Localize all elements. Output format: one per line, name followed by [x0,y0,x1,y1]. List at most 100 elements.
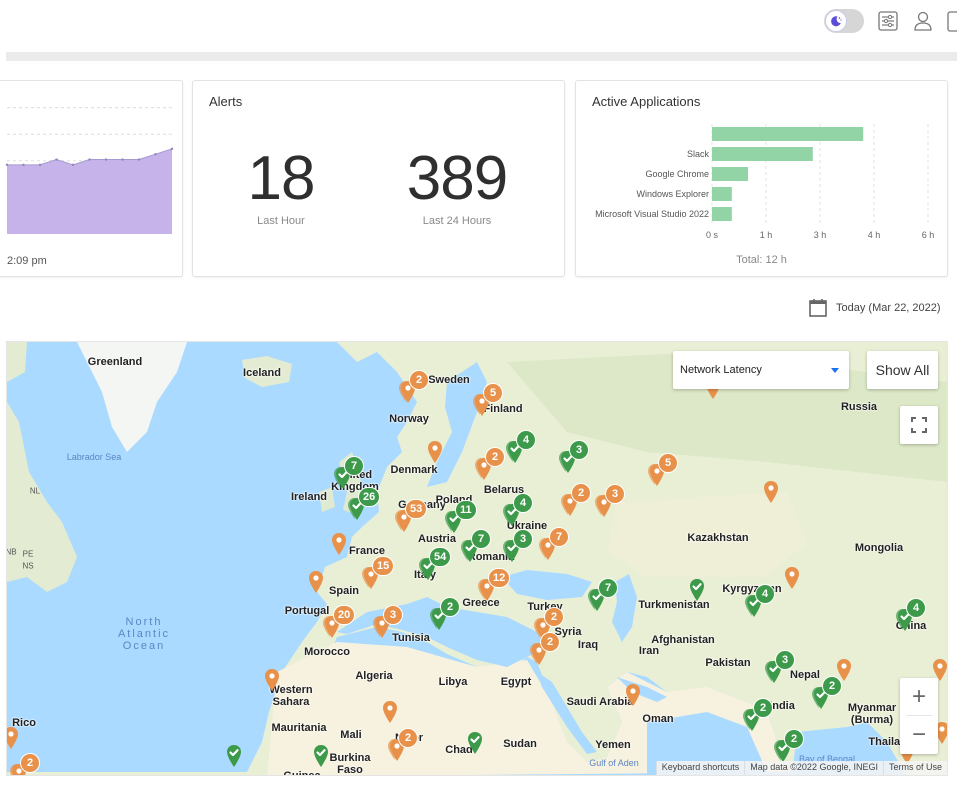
ok-location-marker[interactable] [688,578,706,602]
country-label: Mauritania [271,722,327,734]
ok-location-marker[interactable]: 3 [765,650,795,684]
theme-toggle[interactable] [824,9,864,33]
warning-location-marker[interactable]: 2 [475,447,505,481]
ok-location-marker[interactable]: 26 [348,487,381,521]
show-all-button[interactable]: Show All [867,351,938,389]
zoom-in-button[interactable]: + [900,678,938,715]
warning-location-marker[interactable]: 53 [395,499,428,533]
warning-location-marker[interactable]: 2 [388,728,418,762]
warning-location-marker[interactable] [7,726,20,750]
pin-icon [428,441,442,463]
warning-location-marker[interactable]: 20 [323,605,356,639]
sea-label: Labrador Sea [66,452,122,462]
ok-location-marker[interactable]: 2 [812,676,842,710]
alerts-last-hour-value[interactable]: 18 [201,143,361,214]
app-category-label: Microsoft Visual Studio 2022 [595,209,709,219]
area-point[interactable] [38,163,42,167]
country-label: Libya [438,676,468,688]
area-point[interactable] [137,158,141,161]
fullscreen-button[interactable] [900,406,938,444]
pin-icon [309,571,323,593]
ok-location-marker[interactable]: 54 [419,547,452,581]
cluster-count-badge: 5 [483,383,503,403]
cluster-count-badge: 3 [569,440,589,460]
ok-location-marker[interactable]: 2 [743,698,773,732]
area-point[interactable] [5,163,9,167]
world-map[interactable]: Greenland Iceland Sweden Finland Norway Russi… [6,341,948,776]
user-button[interactable] [912,10,936,34]
ok-location-marker[interactable]: 2 [430,597,460,631]
ok-location-marker[interactable]: 4 [503,493,533,527]
country-label: Afghanistan [651,634,715,646]
ok-location-marker[interactable]: 2 [774,729,804,763]
area-point[interactable] [104,158,108,161]
warning-location-marker[interactable] [381,700,399,724]
terms-of-use-link[interactable]: Terms of Use [882,761,947,775]
warning-location-marker[interactable]: 2 [10,753,40,775]
ok-location-marker[interactable]: 4 [896,598,926,632]
warning-location-marker[interactable]: 3 [373,605,403,639]
ok-location-marker[interactable] [225,744,243,768]
country-label: Morocco [304,646,350,658]
warning-location-marker[interactable]: 2 [399,370,429,404]
country-label: Egypt [500,676,532,688]
cluster-count-badge: 7 [344,456,364,476]
sea-label: Gulf of Aden [589,758,639,768]
warning-location-marker[interactable]: 5 [648,453,678,487]
keyboard-shortcuts-link[interactable]: Keyboard shortcuts [655,761,745,775]
warning-location-marker[interactable] [762,480,780,504]
warning-location-marker[interactable]: 7 [539,527,569,561]
ok-location-marker[interactable]: 4 [745,584,775,618]
app-bar[interactable] [712,147,813,161]
area-point[interactable] [154,153,157,156]
area-point[interactable] [88,158,91,161]
pin-icon [7,727,18,749]
area-point[interactable] [55,158,58,161]
usage-chart-card: 2:09 pm [0,80,183,277]
active-applications-total: Total: 12 h [736,254,787,266]
warning-location-marker[interactable]: 5 [473,383,503,417]
area-point[interactable] [170,147,174,151]
ok-location-marker[interactable]: 3 [559,440,589,474]
app-bar[interactable] [712,127,864,141]
country-label: Burkina Faso [329,752,371,776]
ok-location-marker[interactable] [466,731,484,755]
warning-location-marker[interactable] [307,570,325,594]
ok-location-marker[interactable]: 7 [588,578,618,612]
cluster-count-badge: 7 [598,578,618,598]
cluster-count-badge: 7 [549,527,569,547]
app-bar[interactable] [712,167,748,181]
date-picker-label: Today (Mar 22, 2022) [836,302,941,314]
ok-location-marker[interactable]: 7 [334,456,364,490]
area-point[interactable] [22,163,25,167]
warning-location-marker[interactable]: 15 [362,556,395,590]
warning-location-marker[interactable]: 12 [478,568,511,602]
app-bar[interactable] [712,187,732,201]
ok-location-marker[interactable]: 11 [445,500,477,534]
country-label: Austria [418,533,456,545]
metric-select[interactable]: Network Latency [673,351,849,389]
warning-location-marker[interactable]: 2 [530,632,560,666]
area-point[interactable] [121,158,124,161]
warning-location-marker[interactable] [426,440,444,464]
warning-location-marker[interactable]: 3 [595,484,625,518]
ok-location-marker[interactable] [312,744,330,768]
province-label: PE [22,549,34,559]
settings-button[interactable] [877,10,901,34]
area-chart [5,107,174,234]
warning-location-marker[interactable] [783,566,801,590]
warning-location-marker[interactable]: 2 [561,483,591,517]
warning-location-marker[interactable] [263,668,281,692]
area-point[interactable] [71,163,75,167]
warning-location-marker[interactable] [330,532,348,556]
cluster-count-badge: 11 [455,500,477,520]
ok-location-marker[interactable]: 3 [503,529,533,563]
ok-location-marker[interactable]: 4 [506,430,536,464]
warning-location-marker[interactable] [624,683,642,707]
zoom-out-button[interactable]: − [900,716,938,753]
alerts-last-24-value[interactable]: 389 [377,143,537,214]
window-button[interactable] [946,10,957,34]
ok-location-marker[interactable]: 7 [461,529,491,563]
app-bar[interactable] [712,207,732,221]
date-picker[interactable]: Today (Mar 22, 2022) [808,297,941,319]
